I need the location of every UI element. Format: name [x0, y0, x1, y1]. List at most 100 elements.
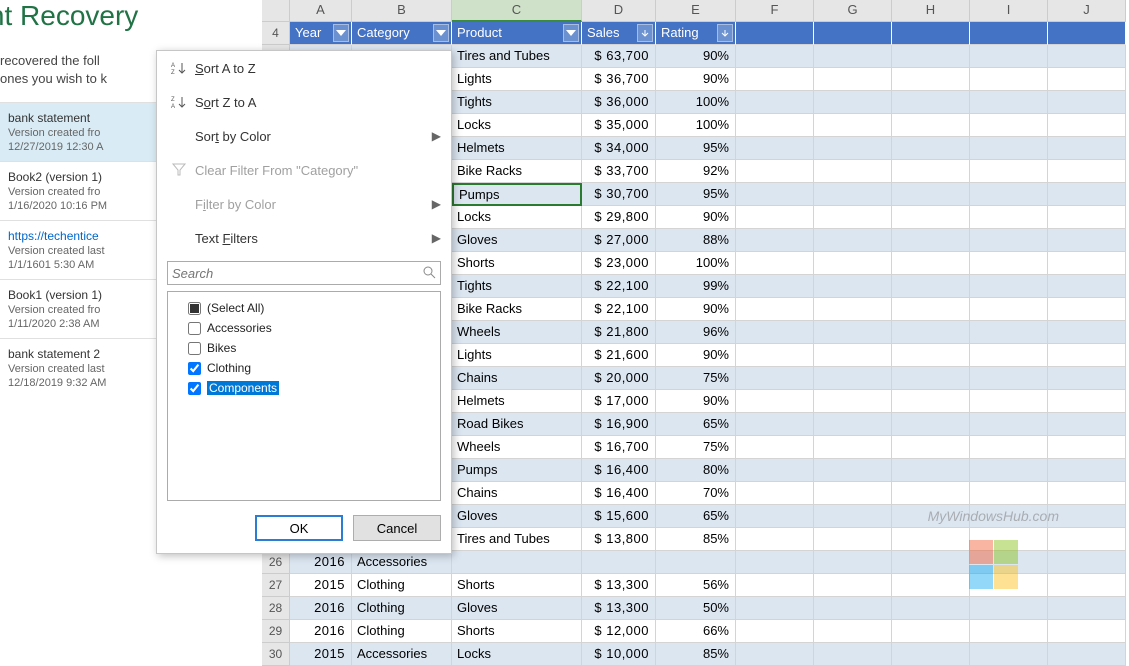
cell[interactable]	[1048, 344, 1126, 367]
filter-checkbox[interactable]	[188, 322, 201, 335]
cell-rating[interactable]: 90%	[656, 390, 736, 413]
cell[interactable]	[814, 436, 892, 459]
cell[interactable]	[736, 574, 814, 597]
cell[interactable]	[970, 390, 1048, 413]
cell-product[interactable]: Locks	[452, 114, 582, 137]
cell[interactable]	[736, 321, 814, 344]
cell[interactable]	[1048, 505, 1126, 528]
cell-sales[interactable]: $ 23,000	[582, 252, 656, 275]
cell-sales[interactable]: $ 22,100	[582, 298, 656, 321]
col-header-F[interactable]: F	[736, 0, 814, 22]
cell[interactable]	[970, 160, 1048, 183]
cell[interactable]	[814, 183, 892, 206]
cell-sales[interactable]: $ 21,800	[582, 321, 656, 344]
cell-rating[interactable]: 80%	[656, 459, 736, 482]
cell[interactable]	[892, 206, 970, 229]
cell[interactable]	[736, 206, 814, 229]
cell[interactable]	[892, 574, 970, 597]
cell-rating[interactable]: 95%	[656, 137, 736, 160]
cell-rating[interactable]: 65%	[656, 413, 736, 436]
cell[interactable]	[814, 551, 892, 574]
cell-sales[interactable]: $ 63,700	[582, 45, 656, 68]
cell[interactable]	[1048, 390, 1126, 413]
cell[interactable]	[1048, 574, 1126, 597]
cell[interactable]	[970, 91, 1048, 114]
recovery-item[interactable]: bank statement Version created fro 12/27…	[0, 102, 156, 161]
cell[interactable]	[1048, 206, 1126, 229]
cell-category[interactable]: Clothing	[352, 597, 452, 620]
cell-category[interactable]: Accessories	[352, 551, 452, 574]
cell[interactable]	[892, 22, 970, 45]
cell[interactable]	[970, 459, 1048, 482]
cell[interactable]	[736, 114, 814, 137]
cell-sales[interactable]: $ 17,000	[582, 390, 656, 413]
cell[interactable]	[1048, 551, 1126, 574]
cell[interactable]	[1048, 275, 1126, 298]
header-category[interactable]: Category	[352, 22, 452, 45]
cell-product[interactable]: Pumps	[452, 459, 582, 482]
cell[interactable]	[892, 390, 970, 413]
header-product[interactable]: Product	[452, 22, 582, 45]
cell-product[interactable]	[452, 551, 582, 574]
cell[interactable]	[892, 160, 970, 183]
cell[interactable]	[1048, 160, 1126, 183]
header-sales[interactable]: Sales	[582, 22, 656, 45]
cell[interactable]	[892, 321, 970, 344]
cell-product[interactable]: Shorts	[452, 620, 582, 643]
cell[interactable]	[814, 45, 892, 68]
cell[interactable]	[892, 252, 970, 275]
cell[interactable]	[892, 344, 970, 367]
cell[interactable]	[970, 620, 1048, 643]
cell-rating[interactable]: 56%	[656, 574, 736, 597]
cell-sales[interactable]: $ 13,300	[582, 597, 656, 620]
cell[interactable]	[814, 367, 892, 390]
cell-rating[interactable]: 96%	[656, 321, 736, 344]
cell[interactable]	[970, 114, 1048, 137]
cell[interactable]	[892, 137, 970, 160]
cell-sales[interactable]: $ 36,700	[582, 68, 656, 91]
col-header-C[interactable]: C	[452, 0, 582, 22]
cell[interactable]	[814, 482, 892, 505]
cell[interactable]	[892, 91, 970, 114]
cell[interactable]	[1048, 22, 1126, 45]
cell-sales[interactable]: $ 22,100	[582, 275, 656, 298]
cell[interactable]	[970, 45, 1048, 68]
filter-checkbox[interactable]	[188, 342, 201, 355]
cell-year[interactable]: 2016	[290, 620, 352, 643]
cell[interactable]	[736, 528, 814, 551]
cell[interactable]	[1048, 482, 1126, 505]
cell-rating[interactable]: 90%	[656, 344, 736, 367]
cell[interactable]	[814, 597, 892, 620]
col-header-G[interactable]: G	[814, 0, 892, 22]
recovery-item[interactable]: https://techentice Version created last …	[0, 220, 156, 279]
cell-rating[interactable]: 99%	[656, 275, 736, 298]
cell[interactable]	[970, 413, 1048, 436]
cell-product[interactable]: Wheels	[452, 436, 582, 459]
text-filters[interactable]: Text Filters ▶	[157, 221, 451, 255]
filter-dropdown-icon[interactable]	[563, 24, 579, 42]
sort-a-to-z[interactable]: AZ Sort A to Z	[157, 51, 451, 85]
row-header[interactable]: 4	[262, 22, 290, 45]
cell[interactable]	[736, 229, 814, 252]
cell-sales[interactable]: $ 34,000	[582, 137, 656, 160]
cell[interactable]	[1048, 252, 1126, 275]
col-header-D[interactable]: D	[582, 0, 656, 22]
cell-year[interactable]: 2016	[290, 597, 352, 620]
cell-category[interactable]: Clothing	[352, 620, 452, 643]
cell-rating[interactable]: 85%	[656, 528, 736, 551]
cell[interactable]	[892, 367, 970, 390]
row-header[interactable]: 29	[262, 620, 290, 643]
col-header-J[interactable]: J	[1048, 0, 1126, 22]
cell[interactable]	[736, 597, 814, 620]
filter-value-item[interactable]: (Select All)	[174, 298, 434, 318]
cell[interactable]	[1048, 597, 1126, 620]
cell[interactable]	[892, 597, 970, 620]
cell[interactable]	[814, 344, 892, 367]
cell[interactable]	[1048, 229, 1126, 252]
cell-sales[interactable]: $ 20,000	[582, 367, 656, 390]
col-header-I[interactable]: I	[970, 0, 1048, 22]
cell[interactable]	[1048, 321, 1126, 344]
cell[interactable]	[814, 137, 892, 160]
cell[interactable]	[1048, 91, 1126, 114]
recovery-item[interactable]: Book2 (version 1) Version created fro 1/…	[0, 161, 156, 220]
